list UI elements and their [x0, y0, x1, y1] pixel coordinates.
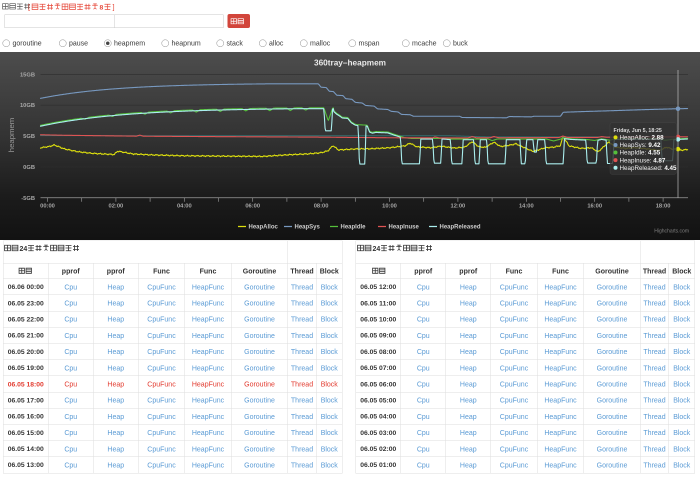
svg-text:00:00: 00:00 — [40, 204, 55, 210]
svg-text:0GB: 0GB — [23, 165, 35, 171]
svg-text:08:00: 08:00 — [314, 204, 329, 210]
svg-text:HeapAlloc: 2.88: HeapAlloc: 2.88 — [620, 135, 665, 142]
svg-text:360tray–heapmem: 360tray–heapmem — [314, 59, 386, 68]
svg-text:-5GB: -5GB — [21, 196, 35, 202]
svg-text:14:00: 14:00 — [519, 204, 534, 210]
svg-text:10:00: 10:00 — [382, 204, 397, 210]
svg-text:8: 8 — [100, 5, 104, 12]
svg-text:HeapInuse: HeapInuse — [389, 225, 420, 231]
svg-text:HeapReleased: 4.45: HeapReleased: 4.45 — [620, 165, 678, 172]
svg-text:[: [ — [28, 3, 31, 12]
svg-text:18:00: 18:00 — [656, 204, 671, 210]
svg-text:]: ] — [113, 3, 115, 12]
svg-text:04:00: 04:00 — [177, 204, 192, 210]
svg-text:HeapSys: 9.42: HeapSys: 9.42 — [620, 142, 662, 149]
svg-text:12:00: 12:00 — [451, 204, 466, 210]
svg-text:HeapInuse: 4.87: HeapInuse: 4.87 — [620, 157, 666, 164]
svg-text:HeapSys: HeapSys — [295, 225, 321, 231]
svg-text:Friday, Jun 5, 18:25: Friday, Jun 5, 18:25 — [614, 128, 662, 134]
svg-text:HeapAlloc: HeapAlloc — [249, 225, 279, 231]
svg-text:heapmem: heapmem — [7, 118, 16, 152]
svg-text:15GB: 15GB — [20, 72, 35, 78]
svg-text:Highcharts.com: Highcharts.com — [654, 229, 689, 235]
svg-text:HeapIdle: 4.55: HeapIdle: 4.55 — [620, 150, 661, 157]
svg-text:02:00: 02:00 — [109, 204, 124, 210]
svg-text:HeapReleased: HeapReleased — [440, 225, 481, 231]
svg-text:16:00: 16:00 — [587, 204, 602, 210]
svg-text:5GB: 5GB — [23, 134, 35, 140]
svg-text:HeapIdle: HeapIdle — [341, 225, 367, 231]
svg-text:10GB: 10GB — [20, 103, 35, 109]
svg-text:06:00: 06:00 — [245, 204, 260, 210]
